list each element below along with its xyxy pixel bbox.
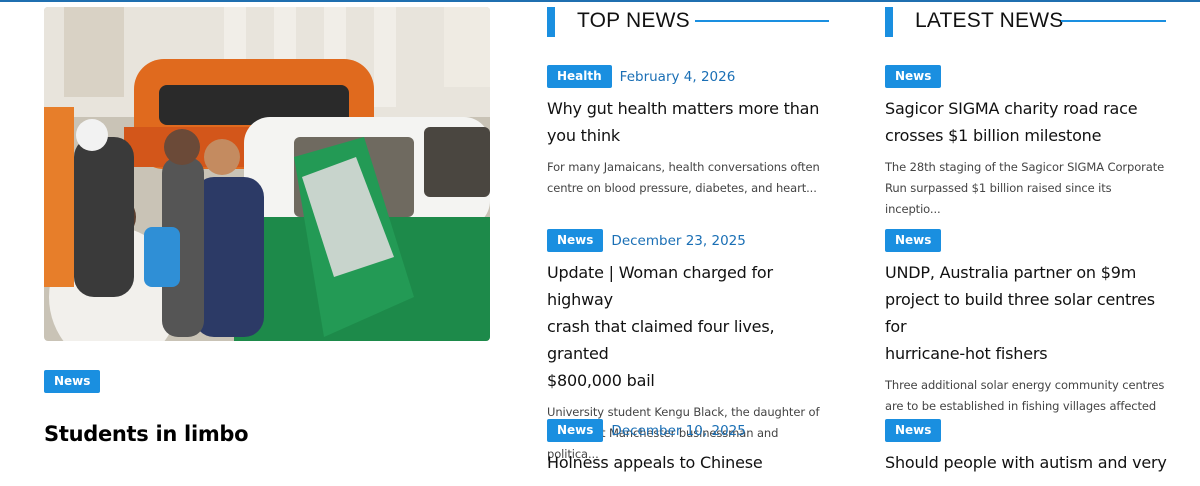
publish-date: February 4, 2026 [619, 68, 736, 85]
news-item: News Should people with autism and very [885, 419, 1170, 476]
headline-line: Why gut health matters more than [547, 99, 820, 118]
news-item: News December 10, 2025 Holness appeals t… [547, 419, 832, 476]
headline-line: UNDP, Australia partner on $9m [885, 263, 1137, 282]
section-heading: TOP NEWS [577, 9, 690, 32]
category-badge[interactable]: News [547, 229, 604, 252]
headline-line: you think [547, 126, 620, 145]
featured-image[interactable] [44, 7, 490, 341]
category-badge[interactable]: News [885, 229, 942, 252]
headline-line: hurricane-hot fishers [885, 344, 1048, 363]
latest-news-header: LATEST NEWS [885, 7, 1167, 37]
section-divider-line [1061, 20, 1166, 22]
category-badge[interactable]: News [885, 65, 942, 88]
top-news-header: TOP NEWS [547, 7, 829, 37]
news-headline[interactable]: Why gut health matters more than you thi… [547, 95, 832, 149]
publish-date: December 10, 2025 [611, 422, 746, 439]
featured-category-badge[interactable]: News [44, 370, 101, 393]
category-badge[interactable]: Health [547, 65, 612, 88]
publish-date: December 23, 2025 [611, 232, 746, 249]
headline-line: Holness appeals to Chinese [547, 453, 763, 472]
category-badge[interactable]: News [547, 419, 604, 442]
section-divider-line [695, 20, 829, 22]
news-headline[interactable]: Sagicor SIGMA charity road race crosses … [885, 95, 1170, 149]
category-badge[interactable]: News [885, 419, 942, 442]
headline-line: crash that claimed four lives, granted [547, 317, 775, 363]
news-excerpt: For many Jamaicans, health conversations… [547, 157, 832, 199]
section-accent-bar [885, 7, 893, 37]
headline-line: Should people with autism and very [885, 453, 1167, 472]
headline-line: project to build three solar centres for [885, 290, 1155, 336]
headline-line: Update | Woman charged for highway [547, 263, 773, 309]
excerpt-line: Run surpassed $1 billion raised since it… [885, 181, 1112, 216]
featured-photo-illustration [44, 7, 490, 341]
news-excerpt: The 28th staging of the Sagicor SIGMA Co… [885, 157, 1170, 220]
news-headline[interactable]: Update | Woman charged for highway crash… [547, 259, 832, 394]
headline-line: Sagicor SIGMA charity road race [885, 99, 1138, 118]
headline-line: $800,000 bail [547, 371, 655, 390]
news-headline[interactable]: UNDP, Australia partner on $9m project t… [885, 259, 1170, 367]
excerpt-line: Three additional solar energy community … [885, 378, 1165, 392]
news-item: Health February 4, 2026 Why gut health m… [547, 65, 832, 199]
news-item: News Sagicor SIGMA charity road race cro… [885, 65, 1170, 220]
excerpt-line: For many Jamaicans, health conversations… [547, 160, 820, 174]
excerpt-line: The 28th staging of the Sagicor SIGMA Co… [885, 160, 1165, 174]
news-headline[interactable]: Holness appeals to Chinese [547, 449, 832, 476]
news-headline[interactable]: Should people with autism and very [885, 449, 1170, 476]
headline-line: crosses $1 billion milestone [885, 126, 1102, 145]
section-heading: LATEST NEWS [915, 9, 1064, 32]
excerpt-line: centre on blood pressure, diabetes, and … [547, 181, 817, 195]
news-item: News UNDP, Australia partner on $9m proj… [885, 229, 1170, 438]
section-accent-bar [547, 7, 555, 37]
top-border-line [0, 0, 1200, 2]
featured-headline[interactable]: Students in limbo [44, 422, 249, 446]
